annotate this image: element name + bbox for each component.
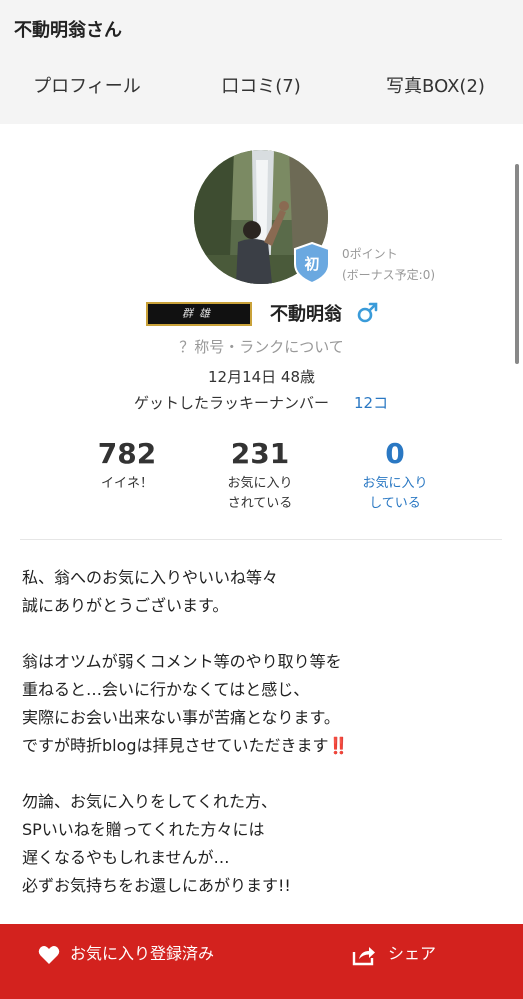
tab-photo-box[interactable]: 写真BOX(2) bbox=[348, 60, 523, 124]
double-exclamation-icon: ‼️ bbox=[328, 736, 349, 755]
bio-line: 必ずお気持ちをお還しにあがります!! bbox=[22, 876, 291, 895]
stat-favorited-by-label-2: されている bbox=[227, 496, 293, 511]
bio-line: 遅くなるやもしれませんが… bbox=[22, 848, 230, 867]
bio-line bbox=[22, 760, 502, 788]
stat-favoriting[interactable]: 0 お気に入り している bbox=[330, 434, 460, 514]
stat-favoriting-count: 0 bbox=[385, 437, 405, 470]
bio-line-text: ですが時折blogは拝見させていただきます bbox=[22, 736, 329, 755]
scrollbar[interactable] bbox=[515, 164, 519, 364]
male-symbol-icon bbox=[356, 300, 380, 324]
points-value: 0ポイント bbox=[342, 247, 398, 261]
bio-line: SPいいねを贈ってくれた方々には bbox=[22, 820, 265, 839]
bio-line: 私、翁へのお気に入りやいいね等々 bbox=[22, 568, 279, 587]
lucky-number-label: ゲットしたラッキーナンバー bbox=[134, 394, 330, 412]
stat-favoriting-label-1: お気に入り bbox=[362, 476, 428, 491]
bio-line bbox=[22, 620, 502, 648]
divider bbox=[20, 539, 502, 540]
tab-bar: プロフィール 口コミ(7) 写真BOX(2) bbox=[0, 60, 523, 183]
bio-line: 誠にありがとうございます。 bbox=[22, 596, 229, 615]
rank-title-plate: 群雄 bbox=[146, 302, 252, 326]
share-icon bbox=[352, 944, 376, 966]
stat-favoriting-label-2: している bbox=[369, 496, 421, 511]
stat-favorited-by-count: 231 bbox=[230, 437, 290, 470]
username: 不動明翁 bbox=[270, 304, 342, 325]
rank-info-link[interactable]: ？称号・ランクについて bbox=[0, 336, 523, 357]
bio-line: 実際にお会い出来ない事が苦痛となります。 bbox=[22, 708, 340, 727]
bottom-action-bar: お気に入り登録済み シェア bbox=[0, 924, 523, 999]
favorite-label: お気に入り登録済み bbox=[70, 944, 215, 963]
tab-profile[interactable]: プロフィール bbox=[0, 60, 174, 124]
bonus-points: (ボーナス予定:0) bbox=[342, 268, 436, 282]
bio-line: 翁はオツムが弱くコメント等のやり取り等を bbox=[22, 652, 342, 671]
title-bar: 不動明翁さん bbox=[0, 0, 523, 60]
points-info: 0ポイント (ボーナス予定:0) bbox=[342, 244, 435, 286]
badge-text: 初 bbox=[304, 255, 319, 273]
tab-reviews[interactable]: 口コミ(7) bbox=[174, 60, 348, 124]
beginner-badge-icon: 初 bbox=[293, 241, 331, 285]
stat-favorited-by-label-1: お気に入り bbox=[227, 476, 293, 491]
stat-likes-label: イイネ！ bbox=[100, 476, 153, 491]
stat-favorited-by[interactable]: 231 お気に入り されている bbox=[195, 434, 325, 514]
share-label: シェア bbox=[388, 944, 437, 963]
bio-line: 重ねると…会いに行かなくてはと感じ、 bbox=[22, 680, 310, 699]
bio-line: 勿論、お気に入りをしてくれた方、 bbox=[22, 792, 278, 811]
bio-line: ですが時折blogは拝見させていただきます‼️ bbox=[22, 732, 502, 760]
bio-text: 私、翁へのお気に入りやいいね等々 誠にありがとうございます。 翁はオツムが弱くコ… bbox=[22, 564, 502, 900]
page-title: 不動明翁さん bbox=[14, 20, 122, 41]
stat-likes[interactable]: 782 イイネ！ bbox=[62, 434, 192, 494]
stat-likes-count: 782 bbox=[97, 437, 157, 470]
lucky-number-link[interactable]: 12コ bbox=[354, 392, 388, 413]
profile-content: 初 0ポイント (ボーナス予定:0) 群雄 不動明翁 ？称号・ランクについて 1… bbox=[0, 124, 523, 924]
heart-icon bbox=[38, 945, 60, 965]
birthday-age: 12月14日 48歳 bbox=[207, 368, 316, 386]
